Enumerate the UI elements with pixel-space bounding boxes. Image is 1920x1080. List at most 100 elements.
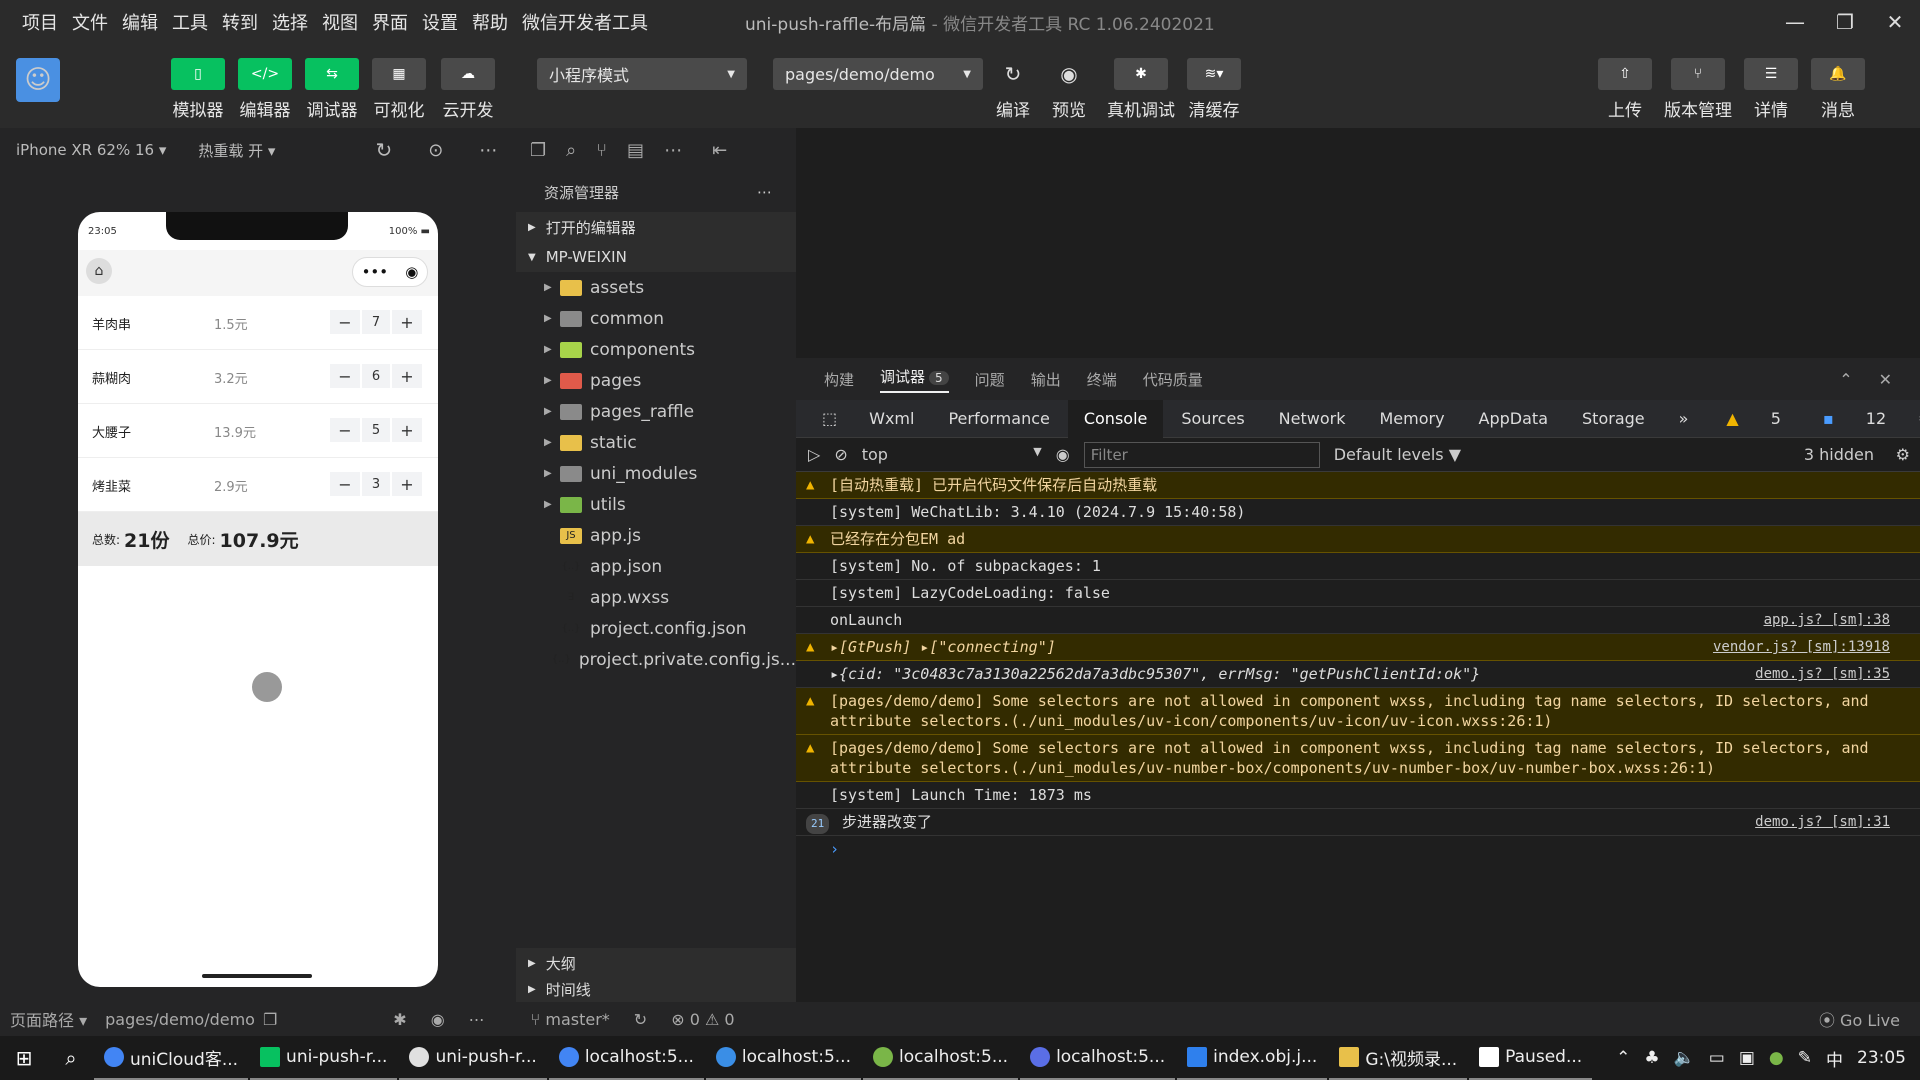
folder-item[interactable]: ▶ components bbox=[516, 334, 796, 365]
taskbar-app[interactable]: Paused... bbox=[1469, 1036, 1593, 1080]
preview-button[interactable]: ◉ 预览 bbox=[1041, 58, 1097, 121]
menu-item[interactable]: 界面 bbox=[368, 9, 412, 35]
tab-console[interactable]: Console bbox=[1067, 399, 1164, 438]
taskbar-app[interactable]: localhost:5... bbox=[862, 1036, 1019, 1080]
mode-select[interactable]: 小程序模式 ▼ bbox=[537, 58, 747, 90]
inspect-icon[interactable]: ⬚ bbox=[808, 400, 851, 438]
collapse-panel-icon[interactable]: ⇤ bbox=[712, 140, 727, 161]
editor-button[interactable]: </> 编辑器 bbox=[237, 58, 293, 121]
tab-build[interactable]: 构建 bbox=[824, 369, 854, 390]
log-line[interactable]: ▲ ▸[GtPush] ▸["connecting"] vendor.js? [sm… bbox=[796, 634, 1920, 661]
menu-item[interactable]: 编辑 bbox=[118, 9, 162, 35]
close-icon[interactable]: ✕ bbox=[1879, 370, 1892, 389]
tab-memory[interactable]: Memory bbox=[1363, 400, 1460, 438]
device-select[interactable]: iPhone XR 62% 16 ▾ bbox=[16, 141, 166, 159]
file-item[interactable]: {..} project.config.json bbox=[516, 613, 796, 644]
folder-item[interactable]: ▶ pages_raffle bbox=[516, 396, 796, 427]
menu-item[interactable]: 文件 bbox=[68, 9, 112, 35]
clear-console-icon[interactable]: ⊘ bbox=[834, 445, 847, 464]
file-item[interactable]: {..} app.json bbox=[516, 551, 796, 582]
tab-output[interactable]: 输出 bbox=[1031, 369, 1061, 390]
folder-item[interactable]: ▶ assets bbox=[516, 272, 796, 303]
sidebar-toggle-icon[interactable]: ▷ bbox=[808, 445, 820, 464]
cloud-button[interactable]: ☁ 云开发 bbox=[440, 58, 496, 121]
message-count[interactable]: ▪ 12 bbox=[1803, 400, 1906, 438]
tab-terminal[interactable]: 终端 bbox=[1087, 369, 1117, 390]
minimize-icon[interactable]: — bbox=[1770, 0, 1820, 44]
gear-icon[interactable]: ⚙ bbox=[1896, 445, 1910, 464]
console-prompt[interactable]: › bbox=[796, 836, 1920, 862]
files-icon[interactable]: ❐ bbox=[530, 140, 546, 161]
eye-icon[interactable]: ◉ bbox=[431, 1010, 445, 1029]
project-section[interactable]: ▼ MP-WEIXIN bbox=[516, 242, 796, 272]
menu-item[interactable]: 转到 bbox=[218, 9, 262, 35]
sync-icon[interactable]: ↻ bbox=[634, 1010, 647, 1029]
tab-wxml[interactable]: Wxml bbox=[853, 400, 930, 438]
search-icon[interactable]: ⌕ bbox=[48, 1046, 94, 1070]
avatar[interactable]: ☺ bbox=[16, 58, 60, 102]
home-icon[interactable]: ⌂ bbox=[86, 258, 112, 284]
taskbar-app[interactable]: uni-push-r... bbox=[250, 1036, 398, 1080]
more-icon[interactable]: ⋯ bbox=[664, 140, 682, 161]
page-path-select[interactable]: 页面路径 ▾ bbox=[10, 1007, 87, 1031]
bug-icon[interactable]: ✱ bbox=[393, 1010, 406, 1029]
simulator-button[interactable]: ▯ 模拟器 bbox=[170, 58, 226, 121]
search-icon[interactable]: ⌕ bbox=[566, 140, 576, 161]
tab-problems[interactable]: 问题 bbox=[975, 369, 1005, 390]
stop-icon[interactable]: ⊙ bbox=[428, 140, 443, 161]
context-select[interactable]: top ▼ bbox=[862, 445, 1042, 464]
minus-button[interactable]: − bbox=[330, 418, 360, 442]
file-item[interactable]: ∃ app.wxss bbox=[516, 582, 796, 613]
taskbar-app[interactable]: uniCloud客... bbox=[94, 1036, 249, 1080]
folder-item[interactable]: ▶ utils bbox=[516, 489, 796, 520]
folder-item[interactable]: ▶ pages bbox=[516, 365, 796, 396]
close-icon[interactable]: ✕ bbox=[1870, 0, 1920, 44]
page-select[interactable]: pages/demo/demo ▼ bbox=[773, 58, 983, 90]
taskbar-app[interactable]: uni-push-r... bbox=[399, 1036, 547, 1080]
pen-icon[interactable]: ✎ bbox=[1798, 1048, 1812, 1068]
version-button[interactable]: ⑂ 版本管理 bbox=[1664, 58, 1732, 121]
warning-count[interactable]: ▲ 5 bbox=[1706, 400, 1801, 438]
close-circle-icon[interactable]: ◉ bbox=[405, 263, 418, 281]
branch-status[interactable]: ⑂ master* bbox=[531, 1010, 610, 1029]
source-link[interactable]: demo.js? [sm]:35 bbox=[1755, 664, 1890, 684]
visual-button[interactable]: ▦ 可视化 bbox=[371, 58, 427, 121]
extensions-icon[interactable]: ▤ bbox=[627, 140, 644, 161]
tab-performance[interactable]: Performance bbox=[932, 400, 1065, 438]
debugger-button[interactable]: ⇆ 调试器 bbox=[304, 58, 360, 121]
remote-debug-button[interactable]: ✱ 真机调试 bbox=[1107, 58, 1175, 121]
filter-input[interactable]: Filter bbox=[1083, 441, 1320, 468]
quantity-value[interactable]: 3 bbox=[362, 472, 390, 496]
minus-button[interactable]: − bbox=[330, 472, 360, 496]
folder-item[interactable]: ▶ common bbox=[516, 303, 796, 334]
clock[interactable]: 23:05 bbox=[1857, 1048, 1906, 1068]
clear-cache-button[interactable]: ≋▾ 清缓存 bbox=[1186, 58, 1242, 121]
maximize-icon[interactable]: ❐ bbox=[1820, 0, 1870, 44]
tray-app-icon[interactable]: ▣ bbox=[1739, 1048, 1755, 1068]
hot-reload-toggle[interactable]: 热重载 开 ▾ bbox=[198, 140, 275, 161]
messages-button[interactable]: 🔔 消息 bbox=[1810, 58, 1866, 121]
more-dots-icon[interactable]: ••• bbox=[362, 263, 389, 281]
tab-storage[interactable]: Storage bbox=[1566, 400, 1661, 438]
menu-item[interactable]: 设置 bbox=[418, 9, 462, 35]
plus-button[interactable]: + bbox=[392, 364, 422, 388]
menu-item[interactable]: 工具 bbox=[168, 9, 212, 35]
tray-app-icon[interactable]: ● bbox=[1769, 1048, 1784, 1068]
plus-button[interactable]: + bbox=[392, 310, 422, 334]
tray-app-icon[interactable]: ♣ bbox=[1644, 1048, 1659, 1068]
plus-button[interactable]: + bbox=[392, 418, 422, 442]
file-item[interactable]: {..} project.private.config.js... bbox=[516, 644, 796, 675]
details-button[interactable]: ☰ 详情 bbox=[1743, 58, 1799, 121]
chevron-up-icon[interactable]: ⌃ bbox=[1616, 1048, 1630, 1068]
problems-status[interactable]: ⊗ 0 ⚠ 0 bbox=[671, 1010, 734, 1029]
menu-item[interactable]: 帮助 bbox=[468, 9, 512, 35]
upload-button[interactable]: ⇧ 上传 bbox=[1597, 58, 1653, 121]
quantity-value[interactable]: 6 bbox=[362, 364, 390, 388]
menu-item[interactable]: 选择 bbox=[268, 9, 312, 35]
eye-icon[interactable]: ◉ bbox=[1056, 445, 1070, 464]
chevron-up-icon[interactable]: ⌃ bbox=[1839, 370, 1852, 389]
tab-sources[interactable]: Sources bbox=[1165, 400, 1260, 438]
rotate-icon[interactable]: ↻ bbox=[375, 138, 392, 162]
file-item[interactable]: JS app.js bbox=[516, 520, 796, 551]
more-tabs-icon[interactable]: » bbox=[1663, 400, 1705, 438]
